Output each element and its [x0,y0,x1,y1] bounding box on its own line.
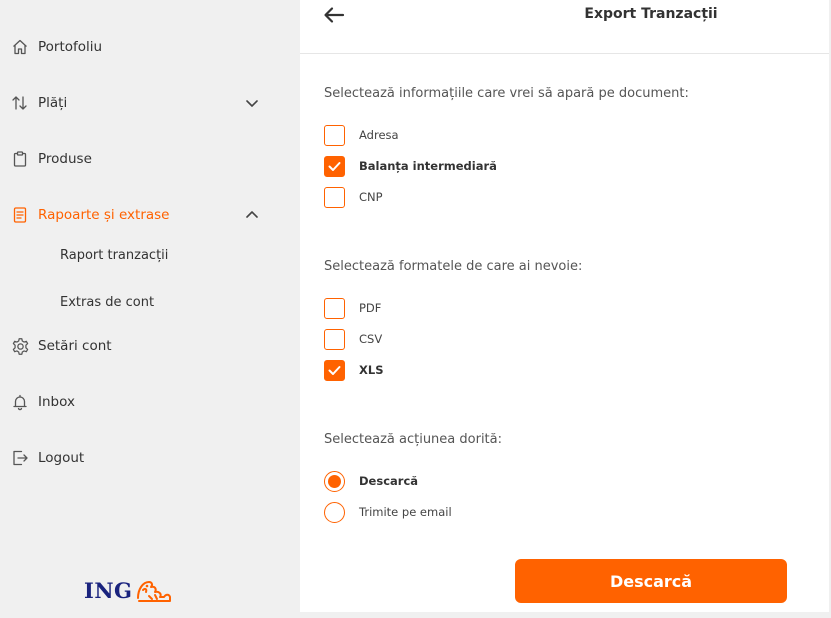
sidebar-item-label: Plăți [38,95,68,111]
lion-icon [137,581,172,602]
document-icon [10,205,30,225]
section-label-formats: Selectează formatele de care ai nevoie: [324,259,583,274]
sidebar: Portofoliu Plăți Produse Rapoarte și ext… [0,0,276,618]
logout-icon [10,448,30,468]
radio-dot [328,474,341,488]
option-label: CNP [359,190,383,204]
radio-circle[interactable] [324,501,345,523]
transfer-arrows-icon [10,93,30,113]
sidebar-item-rapoarte[interactable]: Rapoarte și extrase [10,200,262,230]
gear-icon [10,336,30,356]
panel-header: Export Tranzacții [300,0,829,54]
chevron-down-icon[interactable] [244,95,260,111]
option-label: Adresa [359,128,399,142]
checkbox-balanta-intermediara[interactable]: Balanța intermediară [324,155,497,177]
checkmark-icon [328,161,341,171]
checkbox-pdf[interactable]: PDF [324,297,381,319]
checkbox-cnp[interactable]: CNP [324,186,383,208]
page-title: Export Tranzacții [584,6,718,22]
option-label: Trimite pe email [359,505,452,519]
checkbox-box[interactable] [324,124,345,146]
checkbox-adresa[interactable]: Adresa [324,124,399,146]
option-label: PDF [359,301,382,315]
sidebar-item-label: Inbox [38,394,75,410]
checkbox-box[interactable] [324,359,345,381]
checkbox-box[interactable] [324,297,345,319]
option-label: Balanța intermediară [359,159,497,173]
sidebar-item-portofoliu[interactable]: Portofoliu [10,32,262,62]
option-label: XLS [359,363,384,377]
sidebar-item-produse[interactable]: Produse [10,144,262,174]
section-label-action: Selectează acțiunea dorită: [324,432,502,447]
sidebar-item-setari-cont[interactable]: Setări cont [10,331,262,361]
sidebar-item-label: Logout [38,450,85,466]
sidebar-subitem-raport-tranzactii[interactable]: Raport tranzacții [60,248,168,263]
checkbox-csv[interactable]: CSV [324,328,382,350]
section-label-info: Selectează informațiile care vrei să apa… [324,86,689,101]
checkmark-icon [328,365,341,375]
checkbox-box[interactable] [324,328,345,350]
radio-trimite-pe-email[interactable]: Trimite pe email [324,501,452,523]
sidebar-subitem-extras-de-cont[interactable]: Extras de cont [60,295,154,310]
sidebar-item-label: Rapoarte și extrase [38,207,170,223]
bell-icon [10,392,30,412]
layout-bottom-strip [300,612,829,618]
logo-text: ING [84,577,133,603]
sidebar-item-label: Portofoliu [38,39,103,55]
chevron-up-icon[interactable] [244,207,260,223]
ing-logo: ING [84,576,173,604]
option-label: CSV [359,332,383,346]
sidebar-item-plati[interactable]: Plăți [10,88,262,118]
checkbox-box[interactable] [324,155,345,177]
layout-gutter [276,0,300,618]
option-label: Descarcă [359,474,419,488]
home-icon [10,37,30,57]
export-panel: Export Tranzacții Selectează informațiil… [300,0,829,612]
sidebar-item-inbox[interactable]: Inbox [10,387,262,417]
arrow-left-icon[interactable] [322,4,346,26]
sidebar-item-label: Produse [38,151,92,167]
clipboard-icon [10,149,30,169]
sidebar-item-logout[interactable]: Logout [10,443,262,473]
radio-descarca[interactable]: Descarcă [324,470,418,492]
download-button[interactable]: Descarcă [515,559,787,603]
checkbox-box[interactable] [324,186,345,208]
radio-circle[interactable] [324,470,345,492]
checkbox-xls[interactable]: XLS [324,359,383,381]
sidebar-item-label: Setări cont [38,338,112,354]
